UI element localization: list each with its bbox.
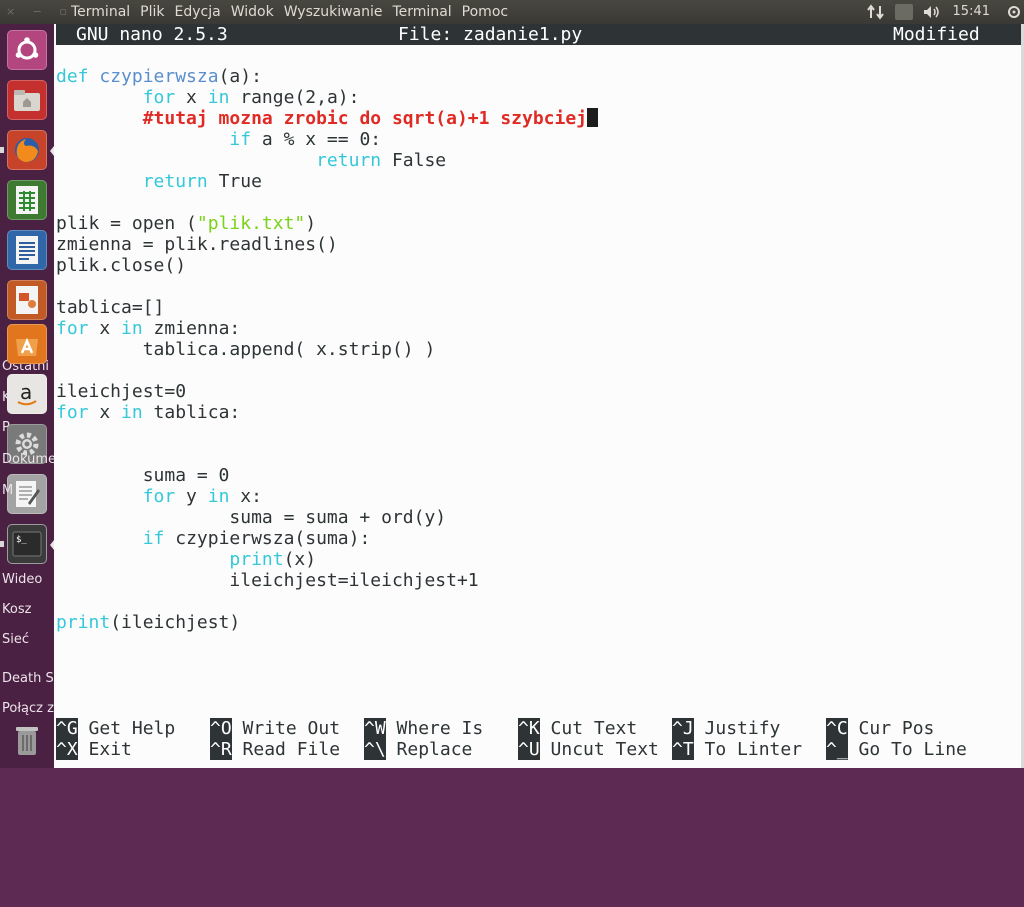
spreadsheet-icon[interactable] [7, 180, 47, 220]
code-line: print(ileichjest) [56, 612, 241, 633]
terminal-window[interactable]: GNU nano 2.5.3 File: zadanie1.py Modifie… [54, 24, 1024, 768]
modified-flag: Modified [893, 24, 980, 45]
volume-icon[interactable] [919, 4, 945, 20]
running-pip-icon [0, 541, 4, 547]
launcher: Ostatni a K P Dokume M $_ Wideo Kosz Sie… [0, 24, 56, 768]
code-line: if czypierwsza(suma): [142, 528, 371, 549]
code-line: print(x) [229, 549, 317, 570]
power-gear-icon[interactable] [1004, 5, 1024, 19]
svg-text:$_: $_ [16, 535, 27, 545]
shortcut-uncut-text[interactable]: ^U Uncut Text [518, 739, 659, 760]
menu-terminal[interactable]: Terminal [71, 0, 130, 24]
shortcut-to-linter[interactable]: ^T To Linter [672, 739, 802, 760]
desktop-item: Dokume [2, 452, 56, 467]
shortcut-cur-pos[interactable]: ^C Cur Pos [826, 718, 934, 739]
code-line: zmienna = plik.readlines() [56, 234, 338, 255]
shortcut-go-to-line[interactable]: ^_ Go To Line [826, 739, 967, 760]
code-editor[interactable]: def czypierwsza(a): for x in range(2,a):… [56, 66, 599, 633]
code-line: for x in range(2,a): [142, 87, 360, 108]
code-line: plik.close() [56, 255, 187, 276]
code-line: suma = suma + ord(y) [56, 507, 447, 528]
menu-plik[interactable]: Plik [140, 0, 164, 24]
svg-text:a: a [20, 380, 32, 404]
writer-icon[interactable] [7, 230, 47, 270]
desktop-item: Death S [2, 671, 54, 686]
software-center-icon[interactable] [7, 324, 47, 364]
code-line: for y in x: [142, 486, 262, 507]
nano-shortcut-bar: ^G Get Help ^O Write Out ^W Where Is ^K … [56, 718, 1022, 760]
file-name: File: zadanie1.py [398, 24, 583, 45]
keyboard-layout-icon[interactable] [889, 4, 919, 20]
shortcut-exit[interactable]: ^X Exit [56, 739, 132, 760]
menu-list: Terminal Plik Edycja Widok Wyszukiwanie … [71, 0, 518, 24]
code-line: plik = open ("plik.txt") [56, 213, 317, 234]
amazon-icon[interactable]: a [7, 374, 47, 414]
menu-widok[interactable]: Widok [231, 0, 274, 24]
menu-pomoc[interactable]: Pomoc [462, 0, 508, 24]
code-line: tablica=[] [56, 297, 165, 318]
running-pip-icon [0, 147, 4, 153]
code-line: if a % x == 0: [229, 129, 382, 150]
nano-version: GNU nano 2.5.3 [76, 24, 228, 45]
menu-terminal-2[interactable]: Terminal [393, 0, 452, 24]
menu-wyszukiwanie[interactable]: Wyszukiwanie [284, 0, 383, 24]
code-line: def czypierwsza(a): [56, 66, 262, 87]
desktop-item: Kosz [2, 602, 32, 617]
network-icon[interactable] [863, 4, 889, 20]
terminal-icon[interactable]: $_ [7, 524, 47, 564]
code-line: tablica.append( x.strip() ) [56, 339, 436, 360]
trash-icon[interactable] [7, 720, 47, 760]
code-line: return True [142, 171, 262, 192]
ubuntu-logo-icon[interactable] [7, 30, 47, 70]
shortcut-read-file[interactable]: ^R Read File [210, 739, 340, 760]
desktop-item: Połącz z [2, 701, 54, 716]
code-line: for x in tablica: [56, 402, 241, 423]
shortcut-get-help[interactable]: ^G Get Help [56, 718, 175, 739]
shortcut-write-out[interactable]: ^O Write Out [210, 718, 340, 739]
shortcut-where-is[interactable]: ^W Where Is [364, 718, 483, 739]
desktop-item: Wideo [2, 572, 43, 587]
desktop-item: Sieć [2, 632, 30, 647]
menu-edycja[interactable]: Edycja [175, 0, 221, 24]
nano-title-bar: GNU nano 2.5.3 File: zadanie1.py Modifie… [56, 24, 1022, 45]
system-tray: 15:41 [863, 0, 1024, 24]
shortcut-row: ^X Exit ^R Read File ^\ Replace ^U Uncut… [56, 739, 1022, 760]
clock[interactable]: 15:41 [953, 0, 990, 24]
top-menu-bar: × − ▫ Terminal Plik Edycja Widok Wyszuki… [0, 0, 1024, 24]
shortcut-replace[interactable]: ^\ Replace [364, 739, 472, 760]
code-line: ileichjest=ileichjest+1 [56, 570, 479, 591]
code-line: return False [316, 150, 447, 171]
code-line: suma = 0 [56, 465, 230, 486]
desktop-item: K [2, 390, 11, 405]
shortcut-cut-text[interactable]: ^K Cut Text [518, 718, 637, 739]
text-cursor [587, 108, 599, 127]
desktop-item: M [2, 483, 14, 498]
shortcut-justify[interactable]: ^J Justify [672, 718, 780, 739]
code-line: ileichjest=0 [56, 381, 187, 402]
files-icon[interactable] [7, 80, 47, 120]
firefox-icon[interactable] [7, 130, 47, 170]
window-controls[interactable]: × − ▫ [6, 0, 74, 24]
impress-icon[interactable] [7, 280, 47, 320]
code-comment: #tutaj mozna zrobic do sqrt(a)+1 szybcie… [142, 108, 588, 129]
shortcut-row: ^G Get Help ^O Write Out ^W Where Is ^K … [56, 718, 1022, 739]
code-line: #tutaj mozna zrobic do sqrt(a)+1 szybcie… [56, 108, 599, 129]
code-line: for x in zmienna: [56, 318, 241, 339]
